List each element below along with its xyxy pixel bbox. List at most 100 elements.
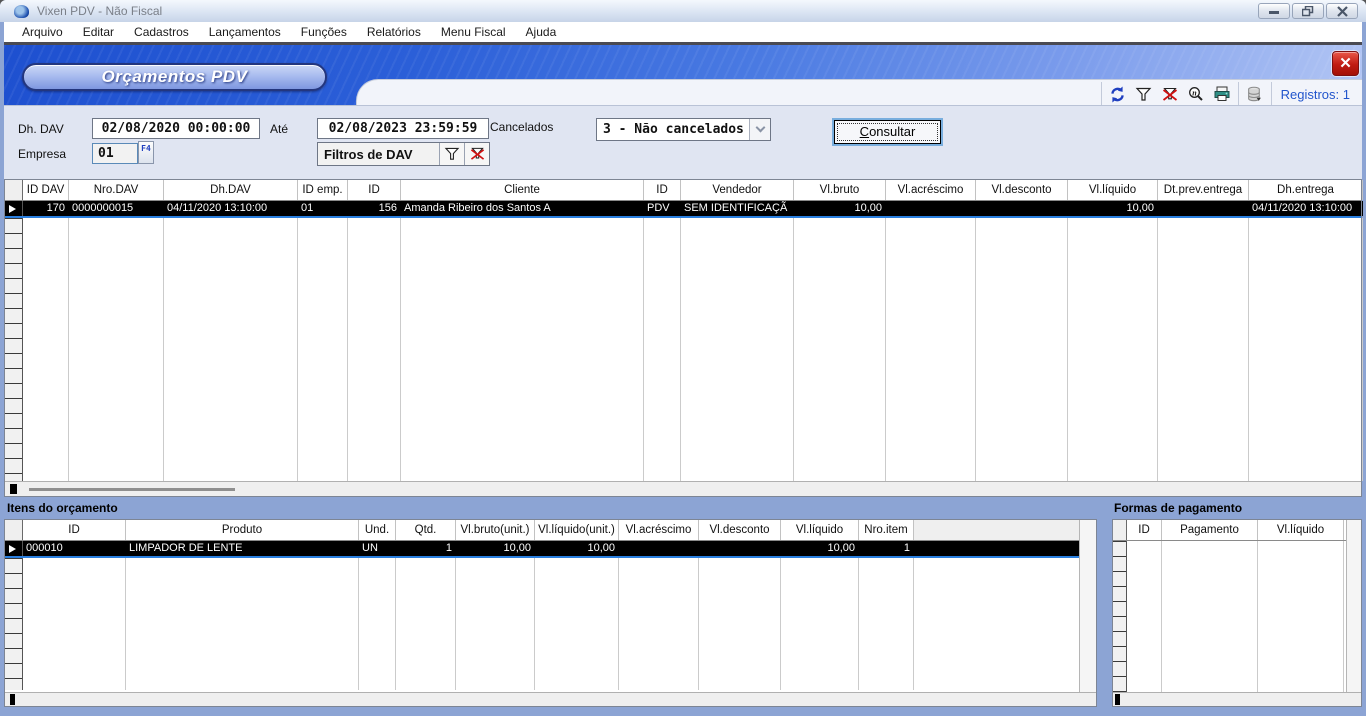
col-header[interactable]: ID <box>644 180 681 200</box>
row-indicator-header <box>5 520 23 540</box>
col-header[interactable]: Vl.líquido(unit.) <box>535 520 619 540</box>
dav-grid-header: ID DAV Nro.DAV Dh.DAV ID emp. ID Cliente… <box>5 180 1361 201</box>
col-header[interactable]: ID DAV <box>23 180 69 200</box>
col-header[interactable]: Vl.líquido <box>1258 520 1344 540</box>
dav-filter-button[interactable] <box>439 143 464 165</box>
toolbar-separator <box>1238 82 1239 105</box>
col-header[interactable]: Vl.desconto <box>699 520 781 540</box>
menu-lancamentos[interactable]: Lançamentos <box>199 23 291 41</box>
date-from-input[interactable]: 02/08/2020 00:00:00 <box>92 118 260 139</box>
scrollbar-thumb[interactable] <box>10 694 15 705</box>
title-bar[interactable]: Vixen PDV - Não Fiscal <box>0 0 1366 22</box>
consultar-button[interactable]: Consultar <box>834 120 941 144</box>
date-to-input[interactable]: 02/08/2023 23:59:59 <box>317 118 489 139</box>
cell-vl-desconto <box>976 201 1068 216</box>
col-header[interactable]: Vl.bruto(unit.) <box>456 520 535 540</box>
col-header[interactable]: ID <box>23 520 126 540</box>
row-indicator-arrow <box>5 541 23 556</box>
col-header[interactable]: ID emp. <box>298 180 348 200</box>
cell-vl-bruto-unit: 10,00 <box>456 541 535 556</box>
col-header[interactable]: Nro.DAV <box>69 180 164 200</box>
menu-menu-fiscal[interactable]: Menu Fiscal <box>431 23 516 41</box>
cell-filler <box>914 541 1081 556</box>
scrollbar-thumb[interactable] <box>1115 694 1120 705</box>
menu-relatorios[interactable]: Relatórios <box>357 23 431 41</box>
empresa-lookup-f4-button[interactable]: F4 <box>138 141 154 164</box>
payments-grid-hscrollbar[interactable] <box>1113 692 1361 706</box>
row-indicator-strip <box>5 558 23 690</box>
filter-button[interactable] <box>1131 82 1157 105</box>
database-button[interactable] <box>1242 82 1268 105</box>
col-header[interactable]: Dh.DAV <box>164 180 298 200</box>
filter-panel: Dh. DAV 02/08/2020 00:00:00 Até 02/08/20… <box>4 105 1362 179</box>
refresh-button[interactable] <box>1105 82 1131 105</box>
col-header[interactable]: Dh.entrega <box>1249 180 1363 200</box>
menu-ajuda[interactable]: Ajuda <box>516 23 567 41</box>
menu-editar[interactable]: Editar <box>73 23 124 41</box>
toolbar-separator <box>1101 82 1102 105</box>
clear-filter-icon <box>1161 87 1179 102</box>
menu-cadastros[interactable]: Cadastros <box>124 23 199 41</box>
cancelados-label: Cancelados <box>490 120 553 134</box>
cell-vl-desconto <box>699 541 781 556</box>
col-header[interactable]: Nro.item <box>859 520 914 540</box>
scrollbar-thumb[interactable] <box>29 488 235 491</box>
clear-filter-icon <box>469 147 486 161</box>
dav-grid-body[interactable] <box>5 218 1361 481</box>
col-header[interactable]: Vl.bruto <box>794 180 886 200</box>
dav-grid-hscrollbar[interactable] <box>5 481 1361 496</box>
empresa-input[interactable]: 01 <box>92 143 138 164</box>
table-row-selected[interactable]: 000010 LIMPADOR DE LENTE UN 1 10,00 10,0… <box>5 541 1096 558</box>
col-header[interactable]: Dt.prev.entrega <box>1158 180 1249 200</box>
col-header[interactable]: Vendedor <box>681 180 794 200</box>
cell-dt-prev <box>1158 201 1249 216</box>
col-header-filler <box>914 520 1081 540</box>
print-button[interactable] <box>1209 82 1235 105</box>
payments-grid-vscrollbar[interactable] <box>1346 520 1361 693</box>
col-header[interactable]: Cliente <box>401 180 644 200</box>
scrollbar-thumb[interactable] <box>10 484 17 494</box>
form-close-button[interactable]: ✕ <box>1332 51 1359 76</box>
restore-icon <box>1302 6 1314 17</box>
search-icon: n <box>1187 86 1204 102</box>
cell-item-id: 000010 <box>23 541 126 556</box>
col-header[interactable]: Und. <box>359 520 396 540</box>
col-header[interactable]: Vl.líquido <box>781 520 859 540</box>
minimize-icon <box>1268 7 1280 15</box>
menu-bar: Arquivo Editar Cadastros Lançamentos Fun… <box>4 22 1362 42</box>
clear-filter-button[interactable] <box>1157 82 1183 105</box>
col-header[interactable]: ID <box>1127 520 1162 540</box>
close-window-button[interactable] <box>1326 3 1358 19</box>
col-header[interactable]: ID <box>348 180 401 200</box>
items-grid-vscrollbar[interactable] <box>1079 520 1096 693</box>
minimize-button[interactable] <box>1258 3 1290 19</box>
menu-arquivo[interactable]: Arquivo <box>12 23 73 41</box>
col-header[interactable]: Qtd. <box>396 520 456 540</box>
col-header[interactable]: Vl.acréscimo <box>619 520 699 540</box>
row-indicator-strip <box>1113 541 1127 692</box>
col-header[interactable]: Vl.acréscimo <box>886 180 976 200</box>
filtros-dav-panel: Filtros de DAV <box>317 142 490 166</box>
items-grid-hscrollbar[interactable] <box>5 692 1096 706</box>
filtros-dav-label: Filtros de DAV <box>318 147 439 162</box>
cell-vl-liquido-unit: 10,00 <box>535 541 619 556</box>
cell-vl-bruto: 10,00 <box>794 201 886 216</box>
items-grid-body[interactable] <box>5 558 1096 690</box>
dh-dav-label: Dh. DAV <box>18 122 64 136</box>
combo-drop-button[interactable] <box>749 119 770 140</box>
restore-button[interactable] <box>1292 3 1324 19</box>
col-header[interactable]: Vl.líquido <box>1068 180 1158 200</box>
table-row-selected[interactable]: 170 0000000015 04/11/2020 13:10:00 01 15… <box>5 201 1361 218</box>
menu-funcoes[interactable]: Funções <box>291 23 357 41</box>
col-header[interactable]: Pagamento <box>1162 520 1258 540</box>
consultar-label: Consultar <box>835 121 940 143</box>
cancelados-select[interactable]: 3 - Não cancelados <box>596 118 771 141</box>
page-title: Orçamentos PDV <box>102 67 248 87</box>
records-count: Registros: 1 <box>1275 87 1362 102</box>
dav-clear-filter-button[interactable] <box>464 143 489 165</box>
col-header[interactable]: Vl.desconto <box>976 180 1068 200</box>
cell-vl-acrescimo <box>886 201 976 216</box>
col-header[interactable]: Produto <box>126 520 359 540</box>
search-button[interactable]: n <box>1183 82 1209 105</box>
payments-grid-body[interactable] <box>1113 541 1361 692</box>
